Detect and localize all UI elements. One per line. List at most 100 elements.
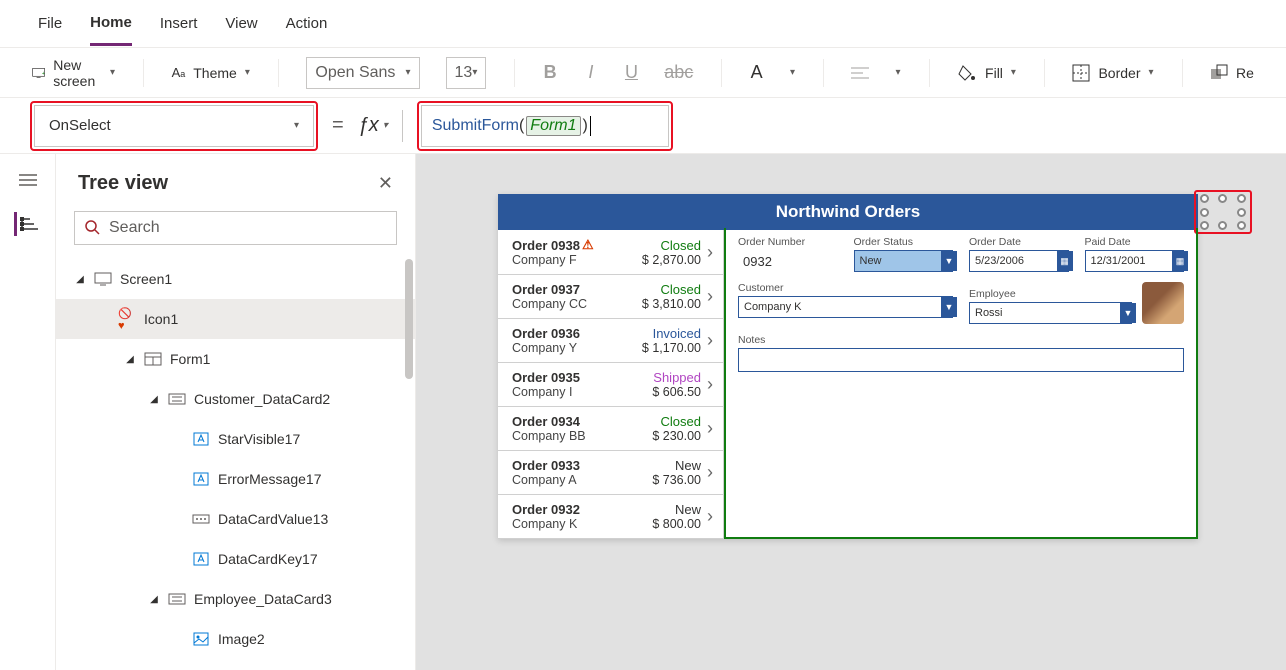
tree: ◢Screen1🚫♥Icon1◢Form1◢Customer_DataCard2… [56, 259, 415, 670]
tree-item-label: ErrorMessage17 [218, 471, 322, 487]
list-item[interactable]: Order 0936Company YInvoiced$ 1,170.00› [498, 319, 723, 363]
chevron-right-icon: › [707, 330, 713, 351]
menu-action[interactable]: Action [286, 3, 328, 44]
amount: $ 2,870.00 [642, 253, 701, 267]
employee-label: Employee [969, 288, 1132, 300]
font-value: Open Sans [315, 64, 395, 82]
svg-text:+: + [42, 70, 45, 76]
formula-input[interactable]: SubmitForm( Form1 ) [421, 105, 669, 147]
reorder-button[interactable]: Re [1210, 64, 1254, 82]
chevron-right-icon: › [707, 242, 713, 263]
new-screen-button[interactable]: + New screen ▾ [32, 57, 115, 89]
underline-button[interactable]: U [624, 59, 639, 87]
equals-sign: = [332, 114, 344, 137]
customer-select[interactable]: Company K▼ [738, 296, 953, 318]
divider [514, 59, 515, 87]
font-color-button[interactable]: A [749, 59, 764, 87]
menu-view[interactable]: View [225, 3, 257, 44]
company-name: Company A [512, 473, 652, 487]
italic-button[interactable]: I [584, 59, 599, 87]
chevron-down-icon: ▾ [1011, 67, 1016, 78]
tree-item-employee_datacard3[interactable]: ◢Employee_DataCard3 [56, 579, 415, 619]
order-list: Order 0938⚠Company FClosed$ 2,870.00›Ord… [498, 230, 724, 539]
amount: $ 3,810.00 [642, 297, 701, 311]
fx-button[interactable]: ƒx ▾ [358, 114, 388, 137]
expand-toggle[interactable]: ◢ [148, 594, 160, 605]
amount: $ 1,170.00 [642, 341, 701, 355]
order-form: Order Number 0932 Order Status New▼ Orde… [724, 228, 1198, 539]
app-preview: Northwind Orders Order 0938⚠Compan [498, 194, 1198, 539]
notes-input[interactable] [738, 348, 1184, 372]
chevron-down-icon: ▼ [1120, 303, 1136, 323]
amount: $ 606.50 [652, 385, 701, 399]
border-label: Border [1098, 65, 1140, 81]
menu-file[interactable]: File [38, 3, 62, 44]
list-item[interactable]: Order 0933Company ANew$ 736.00› [498, 451, 723, 495]
theme-label: Theme [193, 65, 237, 81]
list-item[interactable]: Order 0937Company CCClosed$ 3,810.00› [498, 275, 723, 319]
card-icon [168, 590, 186, 608]
search-input[interactable]: Search [74, 211, 397, 245]
size-value: 13 [455, 64, 473, 82]
tree-view-icon[interactable] [14, 212, 38, 236]
chevron-right-icon: › [707, 506, 713, 527]
search-icon [85, 220, 101, 236]
tree-item-datacardvalue13[interactable]: DataCardValue13 [56, 499, 415, 539]
formula-bar: OnSelect ▾ = ƒx ▾ SubmitForm( Form1 ) [0, 98, 1286, 154]
close-icon[interactable]: ✕ [378, 173, 393, 194]
tree-panel: Tree view ✕ Search ◢Screen1🚫♥Icon1◢Form1… [56, 154, 416, 670]
menu-insert[interactable]: Insert [160, 3, 198, 44]
tree-item-errormessage17[interactable]: ErrorMessage17 [56, 459, 415, 499]
tree-item-datacardkey17[interactable]: DataCardKey17 [56, 539, 415, 579]
list-item[interactable]: Order 0938⚠Company FClosed$ 2,870.00› [498, 230, 723, 275]
canvas[interactable]: Northwind Orders Order 0938⚠Compan [416, 154, 1286, 670]
scrollbar-thumb[interactable] [405, 259, 413, 379]
icon-icon: 🚫♥ [118, 310, 136, 328]
order-status-select[interactable]: New▼ [854, 250, 954, 272]
label-icon [192, 430, 210, 448]
theme-button[interactable]: Aa Theme ▾ [172, 65, 250, 81]
employee-select[interactable]: Rossi▼ [969, 302, 1132, 324]
font-select[interactable]: Open Sans ▾ [306, 57, 419, 89]
expand-toggle[interactable]: ◢ [74, 274, 86, 285]
chevron-down-icon[interactable]: ▾ [895, 67, 900, 78]
order-date-picker[interactable]: 5/23/2006▦ [969, 250, 1069, 272]
list-item[interactable]: Order 0932Company KNew$ 800.00› [498, 495, 723, 539]
tree-item-screen1[interactable]: ◢Screen1 [56, 259, 415, 299]
tree-item-form1[interactable]: ◢Form1 [56, 339, 415, 379]
order-status-label: Order Status [854, 236, 954, 248]
expand-toggle[interactable]: ◢ [148, 394, 160, 405]
chevron-down-icon: ▾ [294, 120, 299, 131]
tree-item-customer_datacard2[interactable]: ◢Customer_DataCard2 [56, 379, 415, 419]
divider [823, 59, 824, 87]
card-icon [168, 390, 186, 408]
label-icon [192, 550, 210, 568]
image-icon [192, 630, 210, 648]
tree-item-starvisible17[interactable]: StarVisible17 [56, 419, 415, 459]
tree-item-icon1[interactable]: 🚫♥Icon1 [56, 299, 415, 339]
chevron-down-icon[interactable]: ▾ [790, 67, 795, 78]
property-value: OnSelect [49, 117, 111, 134]
list-item[interactable]: Order 0934Company BBClosed$ 230.00› [498, 407, 723, 451]
paid-date-picker[interactable]: 12/31/2001▦ [1085, 250, 1185, 272]
expand-toggle[interactable]: ◢ [124, 354, 136, 365]
list-item[interactable]: Order 0935Company IShipped$ 606.50› [498, 363, 723, 407]
menu-home[interactable]: Home [90, 2, 132, 46]
size-select[interactable]: 13 ▾ [446, 57, 487, 89]
order-number-value: 0932 [738, 250, 838, 272]
tree-item-label: StarVisible17 [218, 431, 300, 447]
strike-button[interactable]: abc [665, 59, 693, 87]
tree-item-image2[interactable]: Image2 [56, 619, 415, 659]
input-icon [192, 510, 210, 528]
hamburger-icon[interactable] [16, 168, 40, 192]
main: Tree view ✕ Search ◢Screen1🚫♥Icon1◢Form1… [0, 154, 1286, 670]
align-button[interactable] [851, 59, 869, 87]
form-icon [144, 350, 162, 368]
fill-button[interactable]: Fill ▾ [957, 64, 1016, 82]
property-select[interactable]: OnSelect ▾ [34, 105, 314, 147]
border-button[interactable]: Border ▾ [1072, 64, 1153, 82]
screen-icon [94, 270, 112, 288]
company-name: Company BB [512, 429, 652, 443]
bold-button[interactable]: B [543, 59, 558, 87]
divider [1044, 59, 1045, 87]
